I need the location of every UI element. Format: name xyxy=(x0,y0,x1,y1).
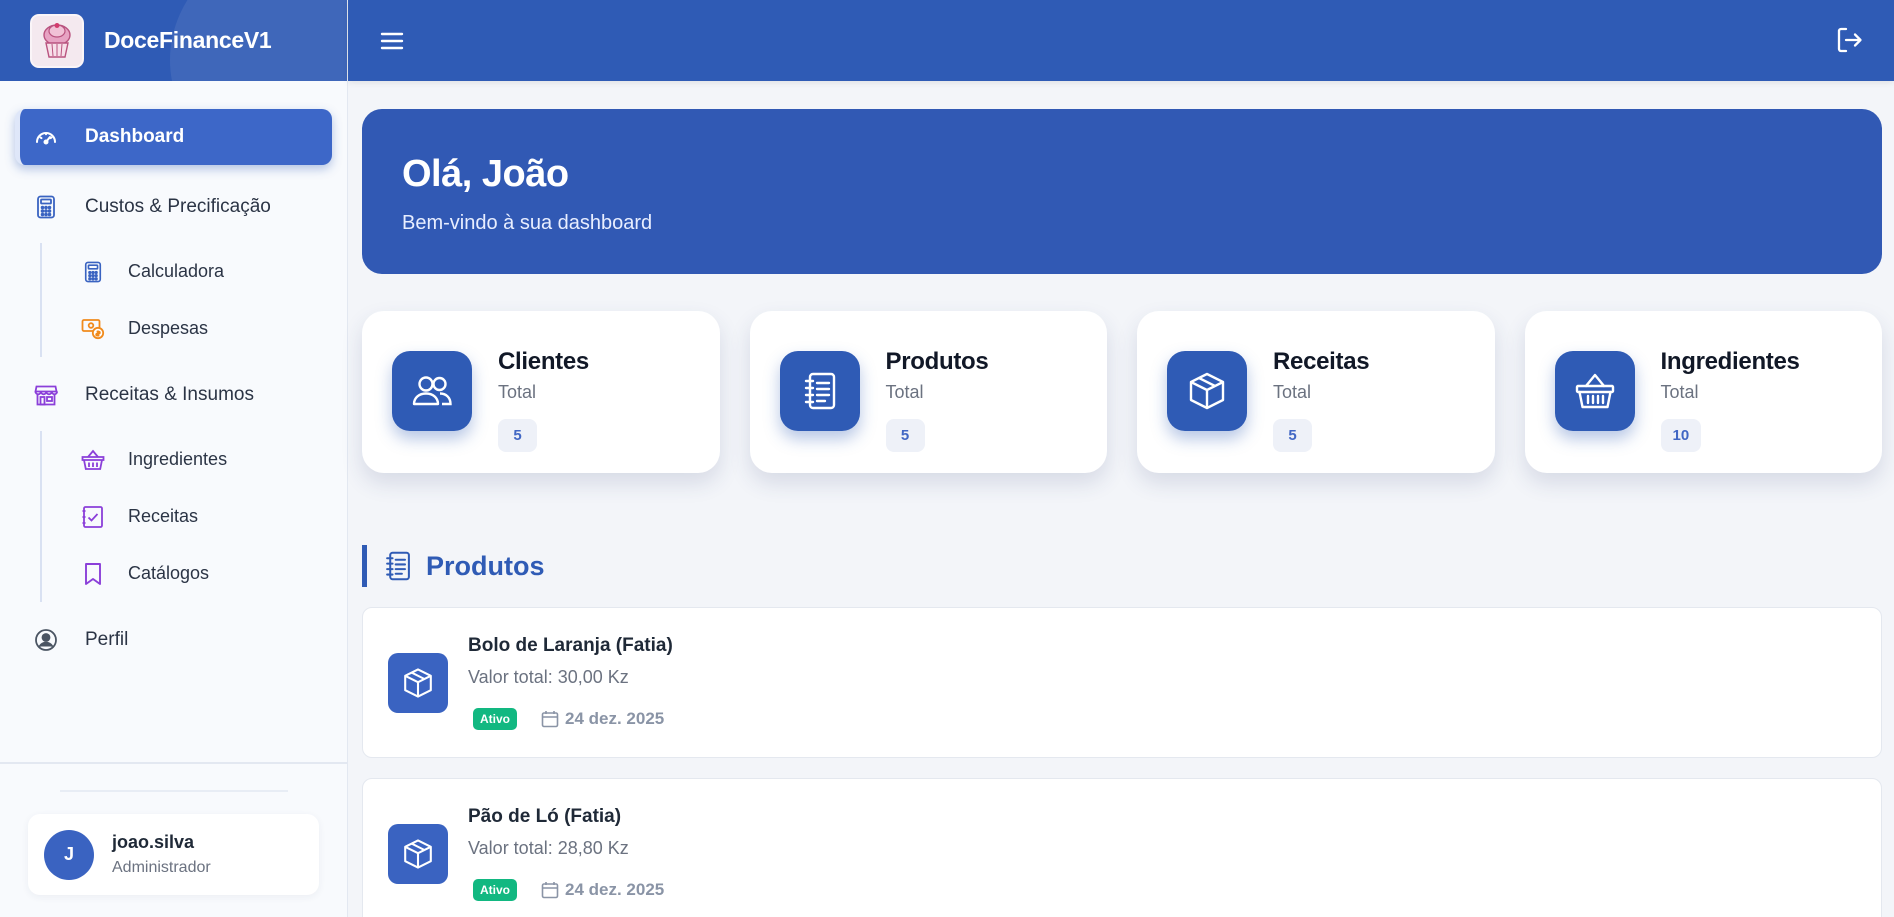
sidebar-item-label: Receitas & Insumos xyxy=(85,384,254,405)
stat-label: Total xyxy=(1273,382,1312,402)
main-content: Olá, João Bem-vindo à sua dashboard Clie… xyxy=(362,109,1882,917)
stat-title: Clientes xyxy=(498,348,589,375)
box-icon xyxy=(388,652,448,713)
sidebar-item-label: Dashboard xyxy=(85,126,185,147)
sidebar-item-dashboard[interactable]: Dashboard xyxy=(15,109,332,165)
user-role: Administrador xyxy=(112,859,211,876)
stat-title: Ingredientes xyxy=(1660,348,1800,375)
stat-label: Total xyxy=(1660,382,1699,402)
checklist-icon xyxy=(80,504,106,530)
stat-title: Produtos xyxy=(885,348,989,375)
product-name: Bolo de Laranja (Fatia) xyxy=(468,635,673,656)
sidebar-nav: Dashboard Custos & Precificação Calculad… xyxy=(0,81,347,668)
section-title: Produtos xyxy=(426,550,545,581)
status-badge: Ativo xyxy=(473,879,517,901)
sidebar-item-perfil[interactable]: Perfil xyxy=(15,612,332,668)
calculator-icon xyxy=(33,194,59,220)
calendar-icon xyxy=(541,710,559,728)
basket-icon xyxy=(1554,351,1635,431)
app-name: DoceFinanceV1 xyxy=(104,27,272,53)
stats-row: Clientes Total 5 Produtos Total 5 Receit… xyxy=(362,311,1882,473)
sidebar-item-label: Perfil xyxy=(85,629,129,650)
sidebar-item-label: Calculadora xyxy=(128,261,225,281)
bookmark-icon xyxy=(80,561,106,587)
logout-icon[interactable] xyxy=(1834,25,1864,55)
sidebar-item-label: Receitas xyxy=(128,506,199,526)
product-date: 24 dez. 2025 xyxy=(541,880,664,900)
custos-submenu: Calculadora Despesas xyxy=(40,243,347,357)
user-card[interactable]: J joao.silva Administrador xyxy=(28,814,319,895)
product-date: 24 dez. 2025 xyxy=(541,709,664,729)
topbar xyxy=(348,0,1894,81)
sidebar-item-receitas[interactable]: Receitas xyxy=(42,488,347,545)
sidebar-item-label: Custos & Precificação xyxy=(85,196,271,217)
product-card[interactable]: Bolo de Laranja (Fatia) Valor total: 30,… xyxy=(362,607,1882,758)
stat-count-badge: 10 xyxy=(1660,419,1702,452)
sidebar-item-catalogos[interactable]: Catálogos xyxy=(42,545,347,602)
stat-card-produtos[interactable]: Produtos Total 5 xyxy=(749,311,1107,473)
stat-label: Total xyxy=(498,382,537,402)
stat-card-ingredientes[interactable]: Ingredientes Total 10 xyxy=(1524,311,1882,473)
sidebar-item-custos[interactable]: Custos & Precificação xyxy=(15,179,332,235)
sidebar: DoceFinanceV1 Dashboard Custos & Precifi… xyxy=(0,0,348,917)
sidebar-item-despesas[interactable]: Despesas xyxy=(42,300,347,357)
gauge-icon xyxy=(33,124,59,150)
brand-header: DoceFinanceV1 xyxy=(0,0,347,81)
stat-count-badge: 5 xyxy=(1273,419,1312,452)
box-icon xyxy=(388,823,448,884)
product-value: Valor total: 30,00 Kz xyxy=(468,667,629,687)
product-value: Valor total: 28,80 Kz xyxy=(468,838,629,858)
hamburger-menu-icon[interactable] xyxy=(378,27,406,55)
receitas-submenu: Ingredientes Receitas Catálogos xyxy=(40,431,347,602)
sidebar-item-ingredientes[interactable]: Ingredientes xyxy=(42,431,347,488)
stat-label: Total xyxy=(885,382,924,402)
notebook-icon xyxy=(779,351,860,431)
status-badge: Ativo xyxy=(473,708,517,730)
page-title: Olá, João xyxy=(402,153,569,195)
sidebar-item-receitas-insumos[interactable]: Receitas & Insumos xyxy=(15,367,332,423)
cupcake-logo-icon[interactable] xyxy=(30,13,84,68)
sidebar-item-label: Ingredientes xyxy=(128,449,228,469)
user-info: joao.silva Administrador xyxy=(112,832,211,877)
divider xyxy=(60,790,288,792)
welcome-banner: Olá, João Bem-vindo à sua dashboard xyxy=(362,109,1882,274)
notebook-icon xyxy=(382,550,414,582)
date-text: 24 dez. 2025 xyxy=(565,709,665,728)
calculator-icon xyxy=(80,259,106,285)
user-name: joao.silva xyxy=(112,832,195,852)
product-name: Pão de Ló (Fatia) xyxy=(468,806,622,827)
sidebar-item-calculadora[interactable]: Calculadora xyxy=(42,243,347,300)
stat-title: Receitas xyxy=(1273,348,1370,375)
sidebar-item-label: Despesas xyxy=(128,318,209,338)
users-icon xyxy=(392,351,472,431)
basket-icon xyxy=(80,447,106,473)
store-icon xyxy=(33,382,59,408)
product-card[interactable]: Pão de Ló (Fatia) Valor total: 28,80 Kz … xyxy=(362,778,1882,917)
user-circle-icon xyxy=(33,627,59,653)
calendar-icon xyxy=(541,881,559,899)
date-text: 24 dez. 2025 xyxy=(565,880,665,899)
sidebar-item-label: Catálogos xyxy=(128,563,210,583)
money-expense-icon xyxy=(80,316,106,342)
box-icon xyxy=(1167,351,1247,431)
stat-count-badge: 5 xyxy=(498,419,537,452)
stat-card-receitas[interactable]: Receitas Total 5 xyxy=(1137,311,1495,473)
avatar: J xyxy=(44,829,94,880)
stat-card-clientes[interactable]: Clientes Total 5 xyxy=(362,311,720,473)
user-area: J joao.silva Administrador xyxy=(0,762,348,917)
stat-count-badge: 5 xyxy=(885,419,925,452)
products-section-header: Produtos xyxy=(362,545,1882,587)
page-subtitle: Bem-vindo à sua dashboard xyxy=(402,212,653,234)
